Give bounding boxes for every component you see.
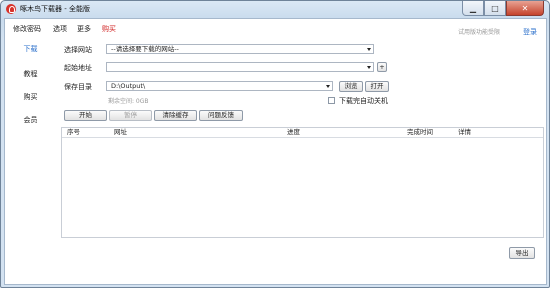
start-url-input[interactable]	[106, 62, 374, 72]
client-area: 修改密码 选项 更多 购买 试用版功能受限 登录 下载 教程 购买 会员 选择网…	[4, 18, 547, 285]
login-link[interactable]: 登录	[523, 27, 537, 37]
minimize-button[interactable]: ▁	[462, 1, 484, 16]
app-window: 啄木鸟下载器 - 全能版 ▁ □ ✕ 修改密码 选项 更多 购买 试用版功能受限…	[0, 0, 550, 288]
export-button[interactable]: 导出	[509, 247, 535, 259]
sidebar: 下载 教程 购买 会员	[5, 36, 56, 284]
menu-change-password[interactable]: 修改密码	[13, 24, 41, 34]
header-divider	[62, 137, 543, 138]
download-list[interactable]: 序号 网址 进度 完成时间 详情	[61, 127, 544, 238]
column-index[interactable]: 序号	[67, 128, 80, 136]
site-select[interactable]: --请选择要下载的网站--	[106, 44, 374, 54]
menu-options[interactable]: 选项	[53, 24, 67, 34]
site-select-value: --请选择要下载的网站--	[111, 45, 179, 53]
start-url-label: 起始地址	[64, 64, 92, 72]
title-bar: 啄木鸟下载器 - 全能版 ▁ □ ✕	[1, 1, 549, 18]
add-url-button[interactable]: +	[377, 62, 387, 72]
auto-shutdown-checkbox[interactable]	[328, 97, 335, 104]
sidebar-item-tutorial[interactable]: 教程	[5, 69, 56, 81]
sidebar-item-member[interactable]: 会员	[5, 115, 56, 127]
menu-bar: 修改密码 选项 更多 购买 试用版功能受限 登录	[5, 19, 546, 36]
free-space-text: 剩余空间: 0GB	[108, 98, 149, 105]
column-finish-time[interactable]: 完成时间	[407, 128, 433, 136]
trial-notice: 试用版功能受限	[458, 29, 501, 36]
start-button[interactable]: 开始	[64, 110, 107, 121]
sidebar-item-buy[interactable]: 购买	[5, 92, 56, 104]
menu-more[interactable]: 更多	[77, 24, 91, 34]
column-url[interactable]: 网址	[114, 128, 127, 136]
window-title: 啄木鸟下载器 - 全能版	[20, 5, 90, 13]
window-controls: ▁ □ ✕	[462, 1, 544, 16]
sidebar-item-download[interactable]: 下载	[5, 44, 56, 56]
close-button[interactable]: ✕	[506, 1, 544, 16]
woodpecker-logo-icon	[6, 4, 16, 14]
column-progress[interactable]: 进度	[287, 128, 300, 136]
browse-button[interactable]: 浏览	[339, 81, 363, 92]
clear-cache-button[interactable]: 清除缓存	[154, 110, 197, 121]
column-details[interactable]: 详情	[458, 128, 471, 136]
chevron-down-icon	[367, 48, 371, 51]
save-dir-value: D:\Output\	[111, 82, 146, 90]
save-dir-label: 保存目录	[64, 83, 92, 91]
feedback-button[interactable]: 问题反馈	[199, 110, 243, 121]
pause-button[interactable]: 暂停	[109, 110, 152, 121]
maximize-button[interactable]: □	[484, 1, 506, 16]
save-dir-select[interactable]: D:\Output\	[106, 81, 333, 91]
chevron-down-icon	[326, 85, 330, 88]
site-label: 选择网站	[64, 46, 92, 54]
chevron-down-icon	[367, 66, 371, 69]
open-button[interactable]: 打开	[365, 81, 389, 92]
menu-buy[interactable]: 购买	[102, 24, 116, 34]
auto-shutdown-label: 下载完自动关机	[339, 97, 388, 105]
